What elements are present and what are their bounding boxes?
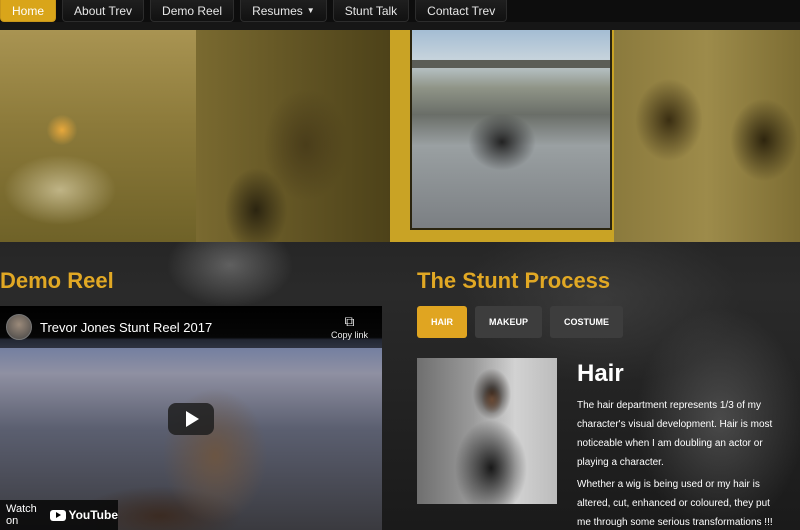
copy-icon: ⧉ <box>344 313 355 329</box>
nav-about[interactable]: About Trev <box>62 0 145 22</box>
hair-paragraph-1: The hair department represents 1/3 of my… <box>577 400 773 468</box>
banner-image-motorcycle-frame <box>390 30 614 242</box>
hair-title: Hair <box>577 360 624 387</box>
tab-hair[interactable]: HAIR <box>417 306 467 338</box>
tab-costume[interactable]: COSTUME <box>550 306 624 338</box>
main-nav: Home About Trev Demo Reel Resumes ▼ Stun… <box>0 0 800 22</box>
nav-demo-reel[interactable]: Demo Reel <box>150 0 235 22</box>
copy-link-label: Copy link <box>330 330 368 340</box>
nav-stunt-talk[interactable]: Stunt Talk <box>332 0 410 22</box>
nav-home-label: Home <box>12 3 45 18</box>
channel-avatar[interactable] <box>6 314 32 340</box>
banner-image-friends <box>614 30 800 242</box>
youtube-label: YouTube <box>68 508 118 522</box>
nav-home[interactable]: Home <box>0 0 57 22</box>
video-header: Trevor Jones Stunt Reel 2017 <box>0 306 382 348</box>
watch-on-youtube-button[interactable]: Watch on YouTube <box>0 500 118 530</box>
nav-contact-label: Contact Trev <box>427 3 496 18</box>
tab-makeup-label: MAKEUP <box>489 317 529 327</box>
nav-resumes[interactable]: Resumes ▼ <box>240 0 327 22</box>
play-icon <box>186 411 199 427</box>
stunt-process-heading: The Stunt Process <box>417 268 611 293</box>
nav-about-label: About Trev <box>74 3 133 18</box>
nav-contact[interactable]: Contact Trev <box>415 0 508 22</box>
youtube-logo-icon: YouTube <box>50 508 118 522</box>
banner-image-motorcycle <box>410 30 612 230</box>
stunt-process-tabs: HAIR MAKEUP COSTUME <box>417 306 624 338</box>
bridge-shape <box>412 60 610 68</box>
video-title[interactable]: Trevor Jones Stunt Reel 2017 <box>40 320 212 335</box>
hair-paragraph-2: Whether a wig is being used or my hair i… <box>577 479 773 528</box>
watch-on-label: Watch on <box>6 503 37 527</box>
tab-hair-label: HAIR <box>431 317 453 327</box>
tab-makeup[interactable]: MAKEUP <box>475 306 543 338</box>
banner-image-explosion <box>0 30 196 242</box>
video-player[interactable]: Trevor Jones Stunt Reel 2017 ⧉ Copy link… <box>0 306 382 530</box>
nav-stunt-talk-label: Stunt Talk <box>344 3 398 18</box>
banner-image-portrait <box>196 30 390 242</box>
copy-link-button[interactable]: ⧉ Copy link <box>331 314 368 340</box>
tab-costume-label: COSTUME <box>564 317 610 327</box>
play-button[interactable] <box>168 403 214 435</box>
chevron-down-icon: ▼ <box>306 6 315 15</box>
demo-reel-heading: Demo Reel <box>0 268 114 293</box>
hair-photo <box>417 358 557 504</box>
hero-banner <box>0 30 800 242</box>
nav-demo-reel-label: Demo Reel <box>162 3 223 18</box>
nav-resumes-label: Resumes <box>252 3 303 18</box>
